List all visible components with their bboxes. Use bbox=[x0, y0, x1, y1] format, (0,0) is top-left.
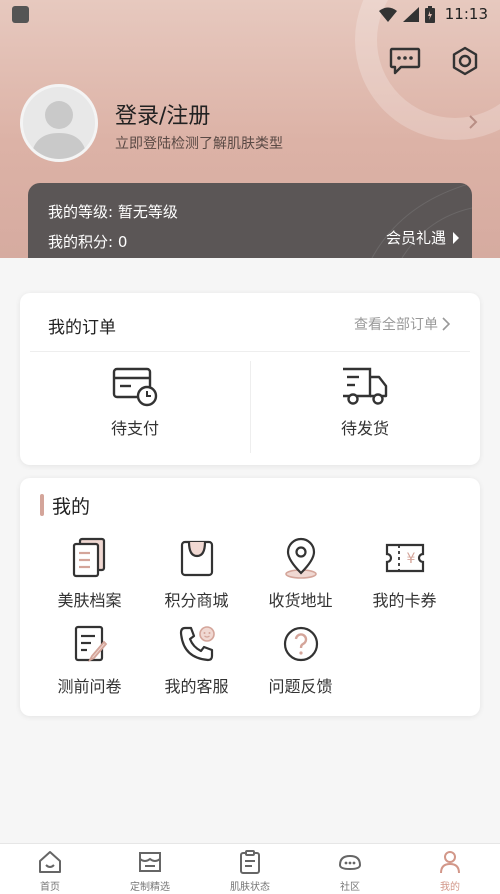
document-stack-icon bbox=[68, 536, 112, 580]
skin-profile-item[interactable]: 美肤档案 bbox=[32, 536, 147, 616]
shipping-address-item[interactable]: 收货地址 bbox=[243, 536, 358, 616]
view-all-orders-label: 查看全部订单 bbox=[354, 317, 438, 333]
tab-custom-selection[interactable]: 定制精选 bbox=[100, 844, 200, 894]
chevron-right-icon[interactable] bbox=[468, 114, 478, 134]
shipping-address-label: 收货地址 bbox=[268, 591, 333, 610]
tab-mine-label: 我的 bbox=[440, 882, 460, 893]
status-time: 11:13 bbox=[444, 5, 488, 23]
member-points: 我的积分: 0 bbox=[48, 233, 128, 251]
tab-custom-selection-label: 定制精选 bbox=[130, 882, 170, 893]
mine-title: 我的 bbox=[52, 496, 91, 518]
battery-icon bbox=[424, 5, 435, 23]
tab-home-label: 首页 bbox=[40, 882, 60, 893]
community-icon bbox=[338, 854, 362, 871]
tab-bar: 首页 定制精选 肌肤状态 社区 我的 bbox=[0, 843, 500, 894]
member-benefit-label: 会员礼遇 bbox=[385, 229, 446, 247]
member-level: 我的等级: 暂无等级 bbox=[48, 203, 178, 221]
orders-title: 我的订单 bbox=[48, 318, 116, 338]
divider bbox=[30, 351, 470, 352]
truck-icon bbox=[341, 365, 389, 409]
view-all-orders-link[interactable]: 查看全部订单 bbox=[354, 314, 450, 334]
location-pin-icon bbox=[279, 536, 323, 580]
shopping-bag-icon bbox=[175, 536, 219, 580]
order-pending-payment[interactable]: 待支付 bbox=[20, 363, 250, 453]
chevron-right-icon bbox=[442, 317, 450, 331]
order-pending-payment-label: 待支付 bbox=[110, 419, 159, 438]
tab-home[interactable]: 首页 bbox=[0, 844, 100, 894]
login-register-link[interactable]: 登录/注册 bbox=[115, 98, 210, 130]
feedback-item[interactable]: 问题反馈 bbox=[243, 622, 358, 702]
wifi-icon bbox=[378, 7, 397, 22]
customer-service-item[interactable]: 我的客服 bbox=[139, 622, 254, 702]
signal-icon bbox=[402, 6, 419, 22]
points-mall-label: 积分商城 bbox=[164, 591, 229, 610]
tab-skin-status[interactable]: 肌肤状态 bbox=[200, 844, 300, 894]
my-coupons-label: 我的卡券 bbox=[372, 591, 437, 610]
svg-text:¥: ¥ bbox=[406, 551, 415, 567]
customer-service-label: 我的客服 bbox=[164, 677, 229, 696]
feedback-label: 问题反馈 bbox=[268, 677, 333, 696]
member-card: 我的等级: 暂无等级 我的积分: 0 会员礼遇 bbox=[28, 183, 472, 258]
member-benefit-link[interactable]: 会员礼遇 bbox=[386, 227, 460, 248]
questionnaire-label: 测前问卷 bbox=[57, 677, 122, 696]
my-coupons-item[interactable]: ¥ 我的卡券 bbox=[347, 536, 462, 616]
tab-community-label: 社区 bbox=[340, 882, 360, 893]
wallet-clock-icon bbox=[111, 365, 159, 409]
store-icon bbox=[139, 852, 161, 872]
section-accent-bar bbox=[40, 494, 44, 516]
points-mall-item[interactable]: 积分商城 bbox=[139, 536, 254, 616]
tab-skin-status-label: 肌肤状态 bbox=[230, 882, 270, 893]
caret-right-icon bbox=[453, 231, 459, 244]
order-pending-shipment-label: 待发货 bbox=[340, 419, 389, 438]
status-bar: 11:13 bbox=[0, 0, 500, 28]
tab-mine[interactable]: 我的 bbox=[400, 844, 500, 894]
home-icon bbox=[39, 851, 61, 873]
questionnaire-item[interactable]: 测前问卷 bbox=[32, 622, 147, 702]
avatar[interactable] bbox=[20, 84, 98, 162]
person-icon bbox=[440, 851, 460, 874]
orders-card: 我的订单 查看全部订单 待支付 待发货 bbox=[20, 293, 480, 465]
settings-icon[interactable] bbox=[448, 44, 482, 78]
message-icon[interactable] bbox=[388, 44, 422, 78]
skin-profile-label: 美肤档案 bbox=[57, 591, 122, 610]
tab-community[interactable]: 社区 bbox=[300, 844, 400, 894]
coupon-yen-icon: ¥ bbox=[383, 536, 427, 580]
login-subtitle: 立即登陆检测了解肌肤类型 bbox=[115, 136, 283, 152]
questionnaire-icon bbox=[68, 622, 112, 666]
question-circle-icon bbox=[279, 622, 323, 666]
customer-service-icon bbox=[175, 622, 219, 666]
order-pending-shipment[interactable]: 待发货 bbox=[250, 363, 480, 453]
notification-icon bbox=[12, 5, 29, 23]
mine-card: 我的 美肤档案 积分商城 收货地址 ¥ 我的卡券 测前问卷 我的客服 问题反馈 bbox=[20, 478, 480, 716]
clipboard-icon bbox=[240, 850, 260, 874]
